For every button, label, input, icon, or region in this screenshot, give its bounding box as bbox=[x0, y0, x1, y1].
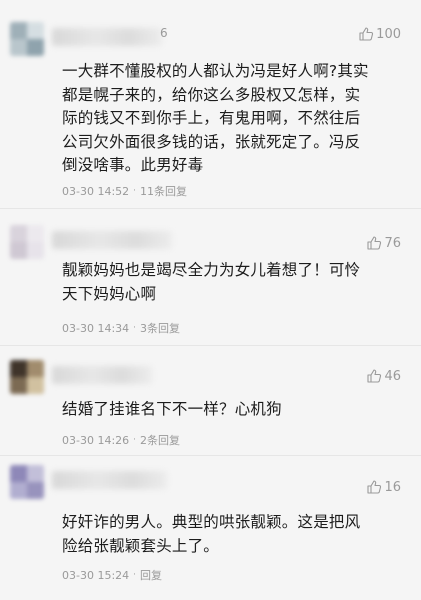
separator-dot: · bbox=[133, 435, 137, 445]
comment-text: 好奸诈的男人。典型的哄张靓颖。这是把风 险给张靓颖套头上了。 bbox=[62, 513, 361, 555]
like-button[interactable]: 46 bbox=[366, 368, 401, 384]
divider bbox=[0, 208, 421, 209]
comment-text: 结婚了挂谁名下不一样？心机狗 bbox=[62, 400, 282, 418]
username-tail: 6 bbox=[160, 26, 168, 40]
comment-text: 一大群不懂股权的人都认为冯是好人啊?其实 都是幌子来的，给你这么多股权又怎样，实… bbox=[62, 62, 369, 174]
separator-dot: · bbox=[133, 186, 137, 196]
comment-meta: 03-30 14:52 · 11条回复 bbox=[62, 183, 187, 199]
like-count: 76 bbox=[384, 235, 401, 251]
divider bbox=[0, 345, 421, 346]
like-button[interactable]: 76 bbox=[366, 235, 401, 251]
avatar[interactable] bbox=[10, 360, 44, 394]
thumbs-up-icon bbox=[367, 369, 382, 383]
comment-time: 03-30 14:34 bbox=[62, 321, 130, 335]
thumbs-up-icon bbox=[367, 480, 382, 494]
avatar[interactable] bbox=[10, 22, 44, 56]
separator-dot: · bbox=[133, 570, 137, 580]
comment-meta: 03-30 15:24 · 回复 bbox=[62, 567, 162, 583]
divider bbox=[0, 455, 421, 456]
thumbs-up-icon bbox=[359, 27, 374, 41]
reply-link[interactable]: 2条回复 bbox=[140, 432, 180, 448]
like-count: 16 bbox=[384, 479, 401, 495]
comment-time: 03-30 15:24 bbox=[62, 568, 130, 582]
like-button[interactable]: 16 bbox=[366, 479, 401, 495]
reply-link[interactable]: 11条回复 bbox=[140, 183, 187, 199]
username-blurred[interactable] bbox=[52, 28, 162, 46]
comment-meta: 03-30 14:34 · 3条回复 bbox=[62, 320, 180, 336]
like-count: 100 bbox=[376, 26, 401, 42]
like-button[interactable]: 100 bbox=[358, 26, 401, 42]
username-blurred[interactable] bbox=[52, 366, 152, 384]
like-count: 46 bbox=[384, 368, 401, 384]
comment-time: 03-30 14:26 bbox=[62, 433, 130, 447]
comment-time: 03-30 14:52 bbox=[62, 184, 130, 198]
reply-link[interactable]: 回复 bbox=[140, 567, 162, 583]
reply-link[interactable]: 3条回复 bbox=[140, 320, 180, 336]
separator-dot: · bbox=[133, 323, 137, 333]
thumbs-up-icon bbox=[367, 236, 382, 250]
username-blurred[interactable] bbox=[52, 471, 167, 489]
avatar[interactable] bbox=[10, 225, 44, 259]
avatar[interactable] bbox=[10, 465, 44, 499]
username-blurred[interactable] bbox=[52, 231, 172, 249]
comment-meta: 03-30 14:26 · 2条回复 bbox=[62, 432, 180, 448]
comment-text: 靓颖妈妈也是竭尽全力为女儿着想了！可怜 天下妈妈心啊 bbox=[62, 261, 361, 303]
